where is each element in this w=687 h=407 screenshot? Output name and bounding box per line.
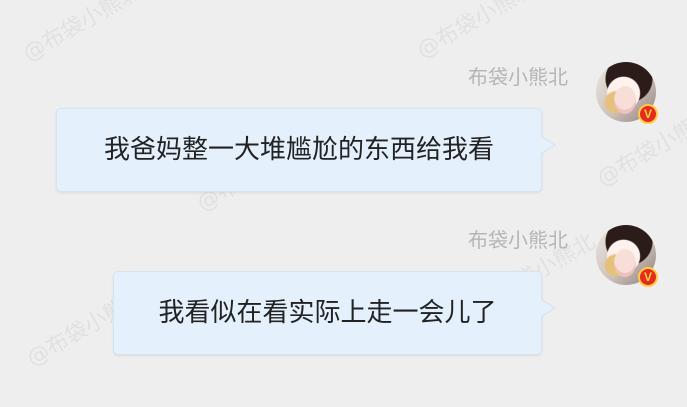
sender-name: 布袋小熊北 xyxy=(468,65,568,89)
verified-badge-icon: V xyxy=(638,267,658,287)
chat-message: 布袋小熊北 V 我看似在看实际上走一会儿了 xyxy=(56,225,658,375)
message-bubble[interactable]: 我爸妈整一大堆尴尬的东西给我看 xyxy=(56,108,556,192)
avatar[interactable]: V xyxy=(596,225,658,287)
chat-message: 布袋小熊北 V 我爸妈整一大堆尴尬的东西给我看 xyxy=(56,62,658,212)
message-bubble[interactable]: 我看似在看实际上走一会儿了 xyxy=(113,271,556,355)
sender-name: 布袋小熊北 xyxy=(468,228,568,252)
avatar[interactable]: V xyxy=(596,62,658,124)
chat-thread: 布袋小熊北 V 我爸妈整一大堆尴尬的东西给我看 布袋小熊北 V 我看似在看实际上… xyxy=(0,0,687,407)
verified-badge-icon: V xyxy=(638,104,658,124)
